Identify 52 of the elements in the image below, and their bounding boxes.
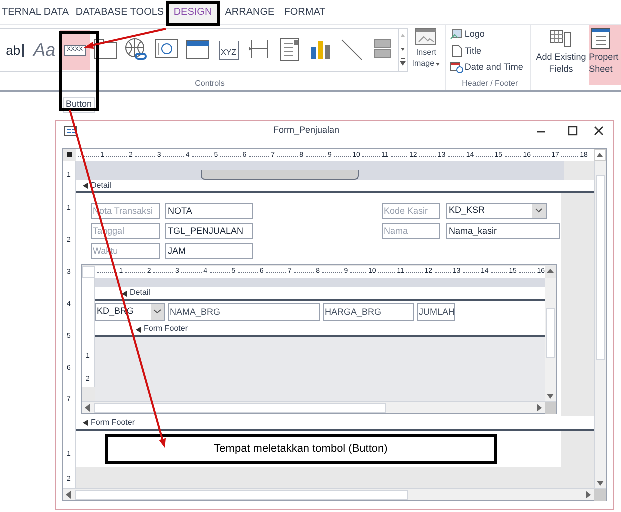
hyperlink-icon — [123, 37, 150, 63]
control-tool[interactable]: Aa — [30, 30, 60, 70]
annotation-box: Tempat meletakkan tombol (Button) — [105, 434, 497, 464]
header-footer-button[interactable]: Logo — [450, 27, 530, 44]
picture-icon — [450, 28, 463, 42]
ribbon-tab[interactable]: FORMAT — [280, 0, 330, 24]
group-label: Controls — [194, 78, 226, 90]
scrollbar-corner — [594, 488, 606, 500]
ribbon-tab[interactable]: TERNAL DATA — [0, 0, 74, 24]
input-field[interactable]: Nama_kasir — [446, 223, 560, 239]
highlight-frame — [166, 1, 220, 26]
gallery-scroll[interactable] — [398, 29, 407, 71]
insert-image-button[interactable]: Insert Image — [408, 25, 446, 90]
scrollbar[interactable] — [63, 488, 606, 500]
chevron-down-icon — [532, 204, 546, 218]
collapse-icon — [82, 182, 89, 189]
close-icon — [593, 125, 605, 137]
input-field[interactable]: HARGA_BRG — [323, 303, 414, 321]
maximize-icon — [567, 125, 579, 137]
scrollbar[interactable] — [594, 161, 606, 488]
control-tool[interactable]: ab — [0, 30, 30, 70]
ribbon-tab[interactable]: ARRANGE — [220, 0, 280, 24]
scrollbar[interactable] — [545, 278, 556, 401]
page-icon — [450, 44, 463, 58]
list-icon — [589, 27, 614, 51]
ribbon-tab[interactable]: DATABASE TOOLS — [74, 0, 166, 24]
header-footer-button[interactable]: Title — [450, 43, 530, 60]
collapse-icon — [135, 326, 142, 332]
section-bar: Detail — [95, 287, 545, 301]
section-bar: Form Footer — [76, 416, 594, 431]
scrollbar-corner — [545, 402, 556, 414]
collapse-icon — [82, 419, 89, 426]
control-tool[interactable]: XYZ — [213, 30, 244, 70]
group-label: Header / Footer — [461, 78, 520, 90]
ribbon-button[interactable]: Propert Sheet — [589, 25, 621, 85]
input-field[interactable]: TGL_PENJUALAN — [165, 223, 253, 239]
section-bar: Form Footer — [95, 323, 545, 337]
window-title: Form_Penjualan — [272, 124, 341, 138]
line-icon — [338, 37, 365, 63]
field-label: Nama — [382, 223, 440, 239]
input-field[interactable]: NAMA_BRG — [168, 303, 320, 321]
scrollbar[interactable] — [82, 401, 556, 413]
caret-icon — [434, 60, 441, 66]
collapse-icon — [121, 290, 128, 296]
chevron-down-icon — [151, 304, 164, 320]
calendar-clock-icon — [450, 61, 463, 74]
combo-box[interactable]: KD_KSR — [446, 203, 547, 219]
field-label: Kode Kasir — [382, 203, 440, 219]
ribbon-button[interactable]: Add Existing Fields — [533, 25, 590, 85]
header-footer-button[interactable]: Date and Time — [450, 60, 530, 76]
input-field[interactable]: JAM — [165, 243, 253, 259]
input-field[interactable]: NOTA — [165, 203, 253, 219]
